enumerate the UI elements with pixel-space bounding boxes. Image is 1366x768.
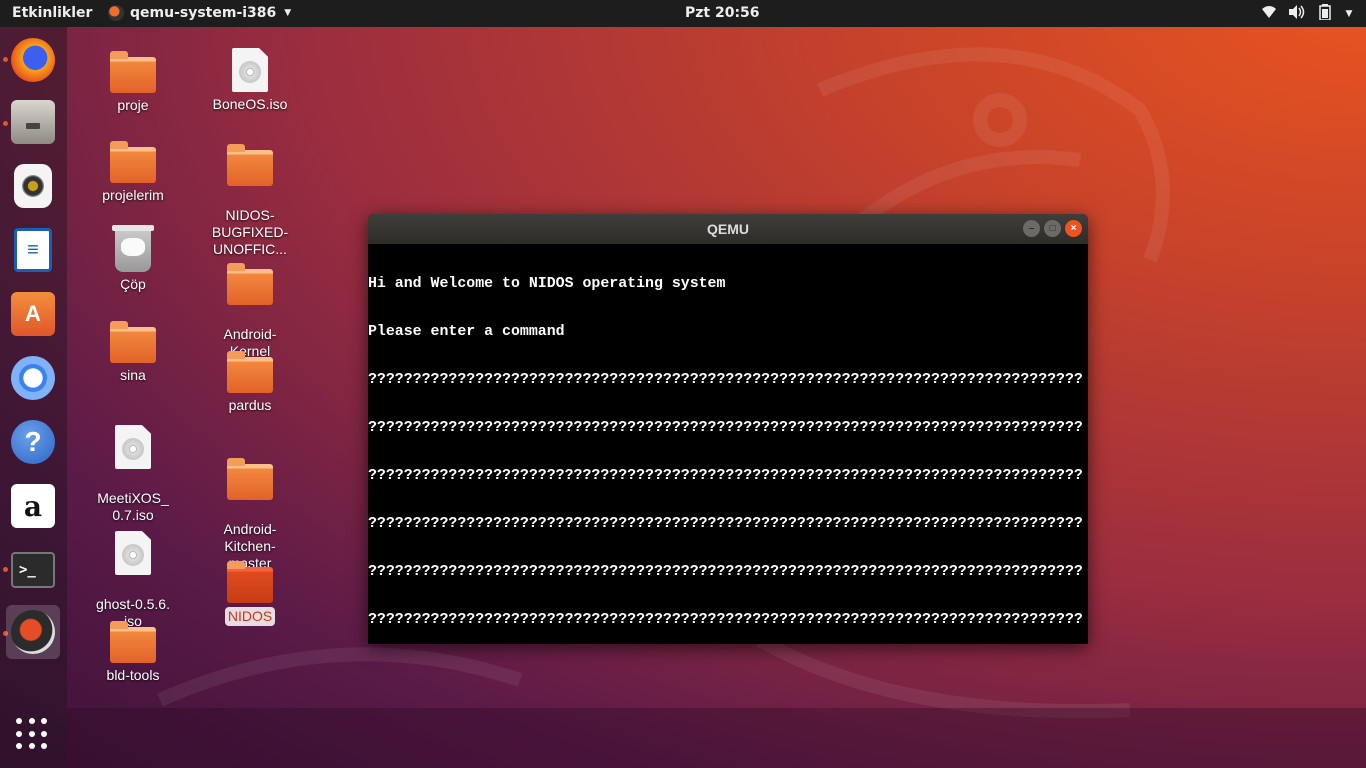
- dock-item-writer[interactable]: ≡: [6, 223, 60, 277]
- chevron-down-icon: ▼: [284, 8, 292, 18]
- screen-line: ????????????????????????????????????????…: [368, 468, 1083, 484]
- top-panel: Etkinlikler qemu-system-i386 ▼ Pzt 20:56…: [0, 0, 1366, 27]
- dock-item-firefox[interactable]: [6, 33, 60, 87]
- dock-item-qemu[interactable]: [6, 605, 60, 659]
- desktop-item-label: Android- Kitchen- master: [223, 521, 277, 571]
- qemu-window[interactable]: QEMU – □ × Hi and Welcome to NIDOS opera…: [368, 214, 1088, 644]
- desktop-item-iso[interactable]: BoneOS.iso: [200, 48, 300, 113]
- desktop-item-folder[interactable]: sina: [83, 321, 183, 384]
- window-controls: – □ ×: [1023, 220, 1082, 237]
- desktop-item-label: NIDOS: [224, 607, 276, 626]
- qemu-app-icon: [108, 5, 124, 21]
- folder-icon: [227, 351, 273, 393]
- screen-line: ????????????????????????????????????????…: [368, 516, 1083, 532]
- rhythmbox-icon: [14, 164, 52, 208]
- desktop-item-label: sina: [120, 367, 146, 383]
- firefox-icon: [11, 38, 55, 82]
- disc-image-icon: [232, 48, 268, 92]
- ubuntu-software-icon: A: [11, 292, 55, 336]
- trash-icon: [112, 225, 154, 272]
- screen-line: ????????????????????????????????????????…: [368, 420, 1083, 436]
- chevron-down-icon[interactable]: ▼: [1344, 9, 1354, 19]
- screen-line: ????????????????????????????????????????…: [368, 564, 1083, 580]
- desktop-item-label: bld-tools: [106, 667, 160, 683]
- libreoffice-writer-icon: ≡: [14, 228, 52, 272]
- desktop-item-label: Çöp: [120, 276, 146, 292]
- help-icon: ?: [11, 420, 55, 464]
- dock: ≡ A ? a >_: [0, 27, 67, 768]
- close-icon[interactable]: ×: [1065, 220, 1082, 237]
- dock-item-amazon[interactable]: a: [6, 479, 60, 533]
- dock-item-software[interactable]: A: [6, 287, 60, 341]
- folder-icon: [110, 621, 156, 663]
- dock-item-chromium[interactable]: [6, 351, 60, 405]
- maximize-icon[interactable]: □: [1044, 220, 1061, 237]
- desktop-item-folder[interactable]: proje: [83, 51, 183, 114]
- folder-icon: [227, 458, 273, 500]
- folder-icon: [227, 144, 273, 186]
- disc-image-icon: [115, 531, 151, 575]
- desktop-item-folder[interactable]: pardus: [200, 351, 300, 414]
- desktop-item-label: NIDOS- BUGFIXED- UNOFFIC...: [211, 207, 289, 257]
- folder-icon: [110, 141, 156, 183]
- screen-line: Hi and Welcome to NIDOS operating system: [368, 276, 726, 292]
- qemu-icon: [11, 610, 55, 654]
- folder-icon: [227, 263, 273, 305]
- desktop-item-trash[interactable]: Çöp: [83, 225, 183, 293]
- folder-icon: [110, 321, 156, 363]
- disc-image-icon: [115, 425, 151, 469]
- app-menu[interactable]: qemu-system-i386 ▼: [108, 5, 291, 21]
- amazon-icon: a: [11, 484, 55, 528]
- desktop-item-label: Android- Kernel: [223, 326, 277, 359]
- clock[interactable]: Pzt 20:56: [685, 5, 760, 21]
- dock-item-help[interactable]: ?: [6, 415, 60, 469]
- minimize-icon[interactable]: –: [1023, 220, 1040, 237]
- desktop-item-label: BoneOS.iso: [212, 96, 288, 112]
- screen-line: ????????????????????????????????????????…: [368, 612, 1083, 628]
- desktop-item-label: ghost-0.5.6. iso: [96, 596, 170, 629]
- desktop-item-label: proje: [117, 97, 149, 113]
- folder-icon: [227, 561, 273, 603]
- dock-item-terminal[interactable]: >_: [6, 543, 60, 597]
- desktop-item-label: projelerim: [102, 187, 164, 203]
- vm-screen[interactable]: Hi and Welcome to NIDOS operating system…: [368, 244, 1088, 644]
- desktop-item-label: pardus: [228, 397, 272, 413]
- wifi-icon[interactable]: [1260, 5, 1278, 23]
- desktop-item-folder[interactable]: projelerim: [83, 141, 183, 204]
- chromium-icon: [11, 356, 55, 400]
- window-titlebar[interactable]: QEMU – □ ×: [368, 214, 1088, 244]
- dock-item-rhythmbox[interactable]: [6, 159, 60, 213]
- dock-item-files[interactable]: [6, 95, 60, 149]
- volume-icon[interactable]: [1288, 5, 1306, 23]
- screen-line: Please enter a command: [368, 324, 565, 340]
- battery-icon[interactable]: [1316, 4, 1334, 24]
- activities-button[interactable]: Etkinlikler: [12, 5, 92, 21]
- screen-line: ????????????????????????????????????????…: [368, 372, 1083, 388]
- window-title: QEMU: [707, 221, 749, 237]
- app-menu-label: qemu-system-i386: [130, 5, 277, 21]
- terminal-icon: >_: [11, 552, 55, 588]
- desktop-item-folder[interactable]: bld-tools: [83, 621, 183, 684]
- folder-icon: [110, 51, 156, 93]
- system-tray[interactable]: ▼: [1260, 4, 1354, 24]
- desktop-item-folder-selected[interactable]: NIDOS: [200, 561, 300, 626]
- files-icon: [11, 100, 55, 144]
- show-applications-icon[interactable]: [16, 718, 50, 752]
